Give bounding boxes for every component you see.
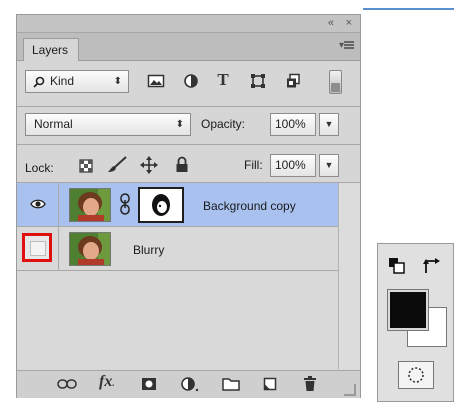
group-folder-icon[interactable] bbox=[222, 377, 240, 391]
visibility-toggle[interactable] bbox=[17, 183, 59, 226]
highlighted-visibility-box bbox=[22, 233, 52, 262]
fill-dropdown-button[interactable]: ▼ bbox=[319, 154, 339, 177]
triangle-down-icon: ▼ bbox=[324, 119, 334, 129]
window-edge-line bbox=[363, 8, 454, 10]
divider bbox=[17, 106, 360, 107]
layers-bottom-toolbar: fx. bbox=[17, 370, 360, 398]
mask-silhouette-icon bbox=[152, 194, 170, 216]
resize-grip[interactable] bbox=[344, 384, 356, 396]
fill-input[interactable]: 100% bbox=[270, 154, 316, 177]
lock-image-pixels-brush-icon[interactable] bbox=[107, 156, 127, 174]
opacity-input[interactable]: 100% bbox=[270, 113, 316, 136]
close-panel-button[interactable]: × bbox=[346, 16, 352, 30]
shape-layer-filter-icon[interactable] bbox=[250, 73, 266, 89]
chain-link-icon[interactable] bbox=[119, 193, 131, 215]
layer-name[interactable]: Blurry bbox=[133, 243, 164, 257]
adjustment-layer-icon[interactable] bbox=[180, 376, 200, 392]
lock-transparent-pixels-icon[interactable] bbox=[79, 159, 93, 173]
swap-colors-icon[interactable] bbox=[422, 256, 442, 276]
layers-panel: « × Layers ▾ Kind ⬍ T Normal ⬍ Opacity: … bbox=[16, 14, 361, 398]
updown-arrow-icon: ⬍ bbox=[113, 76, 122, 87]
layer-thumbnail bbox=[69, 232, 111, 266]
default-colors-icon[interactable] bbox=[388, 257, 406, 275]
search-icon bbox=[33, 76, 45, 88]
updown-arrow-icon: ⬍ bbox=[175, 119, 184, 130]
opacity-dropdown-button[interactable]: ▼ bbox=[319, 113, 339, 136]
eye-icon bbox=[30, 199, 46, 209]
menu-lines-icon bbox=[344, 41, 354, 50]
layers-list: Background copy Blurry bbox=[17, 183, 360, 369]
filter-kind-select[interactable]: Kind ⬍ bbox=[25, 70, 129, 93]
filter-kind-label: Kind bbox=[50, 74, 75, 88]
layer-row-background-copy[interactable]: Background copy bbox=[17, 183, 338, 227]
blend-mode-value: Normal bbox=[34, 117, 73, 131]
fx-icon[interactable]: fx. bbox=[99, 373, 115, 392]
pixel-layer-filter-icon[interactable] bbox=[147, 73, 165, 89]
tab-layers[interactable]: Layers bbox=[23, 38, 79, 61]
collapse-panel-button[interactable]: « bbox=[328, 16, 334, 30]
layers-scrollbar[interactable] bbox=[338, 183, 360, 369]
link-layers-icon[interactable] bbox=[57, 378, 77, 390]
lock-label: Lock: bbox=[25, 161, 54, 175]
quick-mask-circle-icon bbox=[408, 367, 424, 383]
layer-row-blurry[interactable]: Blurry bbox=[17, 227, 338, 271]
smart-object-filter-icon[interactable] bbox=[285, 73, 301, 89]
opacity-label: Opacity: bbox=[201, 117, 246, 131]
panel-titlebar: « × bbox=[17, 15, 360, 33]
adjustment-layer-filter-icon[interactable] bbox=[183, 73, 199, 89]
filter-toggle-switch[interactable] bbox=[329, 70, 342, 94]
layer-name[interactable]: Background copy bbox=[203, 199, 296, 213]
lock-position-move-icon[interactable] bbox=[140, 156, 158, 174]
triangle-down-icon: ▼ bbox=[324, 160, 334, 170]
type-layer-filter-icon[interactable]: T bbox=[214, 71, 232, 89]
panel-tab-row: Layers ▾ bbox=[17, 33, 360, 61]
fill-label: Fill: bbox=[244, 158, 263, 172]
trash-icon[interactable] bbox=[303, 376, 317, 392]
lock-all-padlock-icon[interactable] bbox=[175, 156, 189, 173]
layer-thumbnail bbox=[69, 188, 111, 222]
panel-menu-button[interactable]: ▾ bbox=[339, 40, 354, 51]
quick-mask-button[interactable] bbox=[398, 361, 434, 389]
portrait-thumbnail-icon bbox=[70, 233, 110, 265]
add-mask-icon[interactable] bbox=[141, 377, 157, 391]
layer-mask-thumbnail[interactable] bbox=[138, 187, 184, 223]
tools-panel bbox=[377, 243, 454, 402]
visibility-toggle[interactable] bbox=[17, 227, 59, 270]
blend-mode-select[interactable]: Normal ⬍ bbox=[25, 113, 191, 136]
foreground-color-swatch[interactable] bbox=[387, 289, 429, 331]
divider bbox=[17, 144, 360, 145]
new-layer-icon[interactable] bbox=[263, 377, 277, 391]
portrait-thumbnail-icon bbox=[70, 189, 110, 221]
